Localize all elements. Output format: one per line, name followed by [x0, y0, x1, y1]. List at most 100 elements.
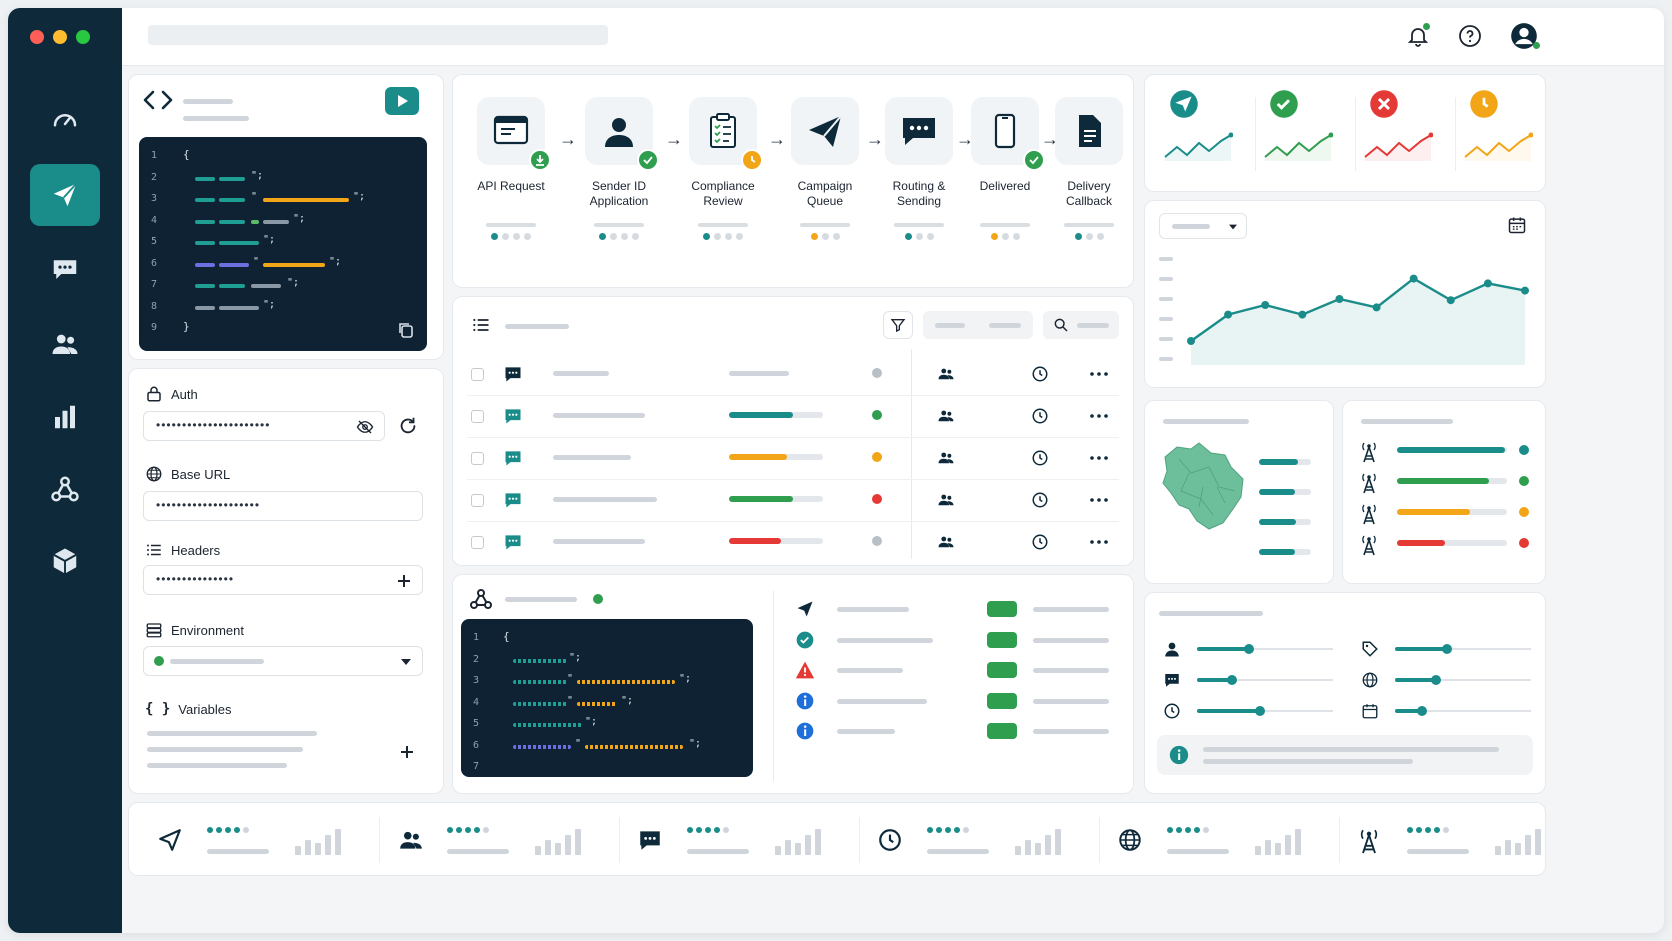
code-quote: "; [585, 716, 598, 727]
period-select[interactable] [1159, 213, 1247, 239]
slider-handle[interactable] [1254, 706, 1265, 716]
refresh-icon[interactable] [397, 415, 419, 437]
notifications-button[interactable] [1404, 22, 1432, 50]
webhook-event-row[interactable] [795, 658, 1115, 682]
setting-slider[interactable] [1197, 675, 1333, 685]
code-editor[interactable]: 1{2 "; 3 " "; 4 "; 5 "; 6 " "; 7 "; 8 "; 9} [139, 137, 427, 351]
code-quote: " [567, 694, 574, 706]
table-search-input[interactable] [1043, 311, 1119, 339]
filter-button[interactable] [883, 311, 913, 339]
footer-stat-towers[interactable] [1349, 815, 1569, 865]
row-checkbox[interactable] [471, 452, 484, 465]
code-line: 4 " "; [461, 694, 753, 714]
filter-chips[interactable] [923, 311, 1033, 339]
row-checkbox[interactable] [471, 536, 484, 549]
line-number: 9 [151, 322, 158, 333]
row-checkbox[interactable] [471, 410, 484, 423]
slider-handle[interactable] [1417, 706, 1428, 716]
message-icon [503, 490, 523, 513]
webhook-icon [470, 589, 492, 609]
kpi-failed[interactable] [1363, 89, 1449, 179]
sidebar-item-packages[interactable] [30, 530, 100, 592]
setting-slider[interactable] [1395, 706, 1531, 716]
setting-slider[interactable] [1395, 675, 1531, 685]
webhook-payload-editor[interactable]: 1{2";3"";4"";5";6"";78} [461, 619, 753, 777]
pipeline-step[interactable]: Routing & Sending [879, 97, 959, 240]
footer-stat-send[interactable] [149, 815, 369, 865]
slider-handle[interactable] [1430, 675, 1441, 685]
plus-icon[interactable] [396, 573, 412, 589]
table-row[interactable] [453, 479, 1133, 521]
webhook-event-row[interactable] [795, 628, 1115, 652]
eye-off-icon[interactable] [356, 418, 374, 436]
info-icon [796, 722, 814, 740]
code-token [195, 176, 215, 181]
base-url-section-label: Base URL [145, 465, 230, 483]
row-more-options-icon[interactable] [1089, 407, 1109, 428]
row-more-options-icon[interactable] [1089, 365, 1109, 386]
webhook-event-row[interactable] [795, 597, 1115, 621]
row-checkbox[interactable] [471, 494, 484, 507]
pipeline-step[interactable]: Delivery Callback [1049, 97, 1129, 240]
maximize-window-button[interactable] [76, 30, 90, 44]
add-variable-icon[interactable] [399, 744, 415, 760]
help-button[interactable] [1456, 22, 1484, 50]
global-icon [1117, 827, 1143, 856]
headers-field[interactable]: ••••••••••••••• [143, 565, 423, 595]
kpi-delivered[interactable] [1263, 89, 1349, 179]
user-icon [1163, 640, 1181, 661]
close-window-button[interactable] [30, 30, 44, 44]
sidebar-item-analytics[interactable] [30, 386, 100, 448]
footer-stat-time[interactable] [869, 815, 1089, 865]
message-icon [503, 406, 523, 429]
row-more-options-icon[interactable] [1089, 449, 1109, 470]
base-url-field[interactable]: •••••••••••••••••••• [143, 491, 423, 521]
kpi-sent[interactable] [1163, 89, 1249, 179]
run-request-button[interactable] [385, 87, 419, 115]
user-avatar-button[interactable] [1510, 22, 1540, 50]
setting-slider[interactable] [1197, 644, 1333, 654]
pipeline-step-icon [1055, 97, 1123, 165]
global-search-bar[interactable] [148, 25, 608, 45]
row-checkbox[interactable] [471, 368, 484, 381]
stat-dot [714, 827, 720, 833]
table-row[interactable] [453, 353, 1133, 395]
pipeline-step[interactable]: Compliance Review [683, 97, 763, 240]
sidebar-item-send[interactable] [30, 164, 100, 226]
code-token [585, 744, 683, 749]
pipeline-step[interactable]: Campaign Queue [785, 97, 865, 240]
row-more-options-icon[interactable] [1089, 491, 1109, 512]
recipients-icon [937, 365, 955, 386]
table-row[interactable] [453, 437, 1133, 479]
sidebar-item-webhooks[interactable] [30, 458, 100, 520]
sent-status-icon [1169, 89, 1199, 122]
row-more-options-icon[interactable] [1089, 533, 1109, 554]
mini-bar [1505, 840, 1511, 855]
code-quote: "; [293, 212, 306, 224]
webhook-event-row[interactable] [795, 689, 1115, 713]
calendar-icon[interactable] [1507, 215, 1527, 235]
minimize-window-button[interactable] [53, 30, 67, 44]
slider-handle[interactable] [1227, 675, 1238, 685]
mini-bar-chart [295, 827, 341, 855]
pipeline-step[interactable]: API Request [471, 97, 551, 240]
pipeline-step[interactable]: Sender ID Application [579, 97, 659, 240]
footer-stat-contacts[interactable] [389, 815, 609, 865]
auth-token-field[interactable]: •••••••••••••••••••••• [143, 411, 385, 441]
sidebar-item-contacts[interactable] [30, 313, 100, 375]
environment-select[interactable] [143, 646, 423, 676]
slider-handle[interactable] [1243, 644, 1254, 654]
footer-stat-global[interactable] [1109, 815, 1329, 865]
variable-placeholder-3 [147, 763, 287, 768]
table-row[interactable] [453, 395, 1133, 437]
slider-handle[interactable] [1441, 644, 1452, 654]
setting-slider[interactable] [1197, 706, 1333, 716]
sidebar-item-dashboard[interactable] [30, 88, 100, 150]
sidebar-item-messages[interactable] [30, 238, 100, 300]
footer-stat-messages[interactable] [629, 815, 849, 865]
pipeline-step[interactable]: Delivered [965, 97, 1045, 240]
kpi-pending[interactable] [1463, 89, 1549, 179]
setting-slider[interactable] [1395, 644, 1531, 654]
webhook-event-row[interactable] [795, 719, 1115, 743]
table-row[interactable] [453, 521, 1133, 563]
